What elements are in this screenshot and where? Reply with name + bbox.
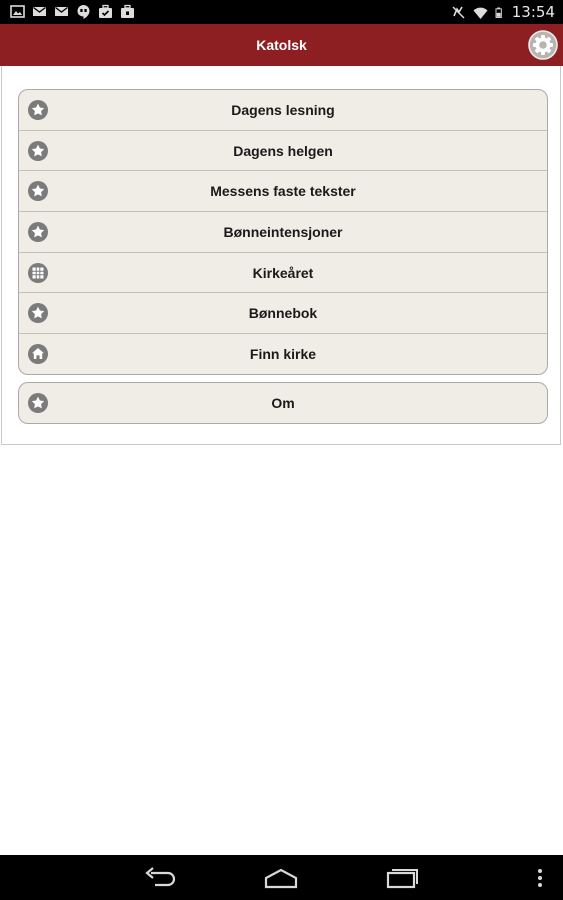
star-icon [28, 181, 48, 201]
notification-icons [10, 4, 135, 19]
home-icon [28, 344, 48, 364]
menu-item-label: Messens faste tekster [210, 183, 356, 200]
menu-item-label: Dagens lesning [231, 101, 335, 118]
menu-item-label: Bønneintensjoner [223, 223, 343, 240]
briefcase-lock-icon [121, 4, 134, 18]
gear-icon [528, 30, 558, 60]
menu-item-bonnebok[interactable]: Bønnebok [19, 293, 547, 335]
system-icons: 13:54 [451, 3, 555, 21]
mail-icon [55, 6, 68, 16]
menu-item-label: Kirkeåret [252, 264, 314, 281]
navigation-bar [0, 855, 563, 900]
battery-icon [495, 7, 502, 18]
menu-item-bonneintensjoner[interactable]: Bønneintensjoner [19, 212, 547, 253]
status-bar: 13:54 [0, 0, 563, 24]
mute-icon [452, 5, 465, 19]
grid-icon [28, 263, 48, 283]
menu-item-finn-kirke[interactable]: Finn kirke [19, 334, 547, 375]
action-bar: Katolsk [0, 24, 563, 66]
home-button-icon[interactable] [261, 863, 301, 893]
hangouts-icon [77, 5, 90, 19]
menu-item-label: Bønnebok [248, 305, 318, 322]
app-title: Katolsk [256, 37, 307, 53]
mail-icon [33, 6, 46, 16]
menu-item-label: Dagens helgen [233, 142, 333, 159]
star-icon [28, 100, 48, 120]
image-icon [10, 5, 25, 18]
menu-item-om[interactable]: Om [19, 383, 547, 423]
main-menu: Dagens lesning Dagens helgen Messens fas… [18, 89, 548, 375]
menu-item-label: Om [271, 395, 295, 411]
menu-item-dagens-helgen[interactable]: Dagens helgen [19, 131, 547, 172]
menu-item-messens-faste-tekster[interactable]: Messens faste tekster [19, 171, 547, 213]
menu-item-dagens-lesning[interactable]: Dagens lesning [19, 90, 547, 131]
menu-item-label: Finn kirke [249, 346, 317, 363]
star-icon [28, 222, 48, 242]
wifi-icon [473, 7, 488, 19]
overflow-menu-icon[interactable] [520, 863, 560, 893]
about-menu: Om [18, 382, 548, 424]
status-time: 13:54 [511, 3, 555, 21]
recent-apps-icon[interactable] [382, 863, 422, 893]
main-content: Dagens lesning Dagens helgen Messens fas… [1, 66, 561, 445]
star-icon [28, 393, 48, 413]
star-icon [28, 141, 48, 161]
star-icon [28, 303, 48, 323]
settings-button[interactable] [528, 30, 558, 60]
menu-item-kirkearet[interactable]: Kirkeåret [19, 253, 547, 294]
back-icon[interactable] [141, 863, 181, 893]
briefcase-check-icon [99, 4, 112, 18]
